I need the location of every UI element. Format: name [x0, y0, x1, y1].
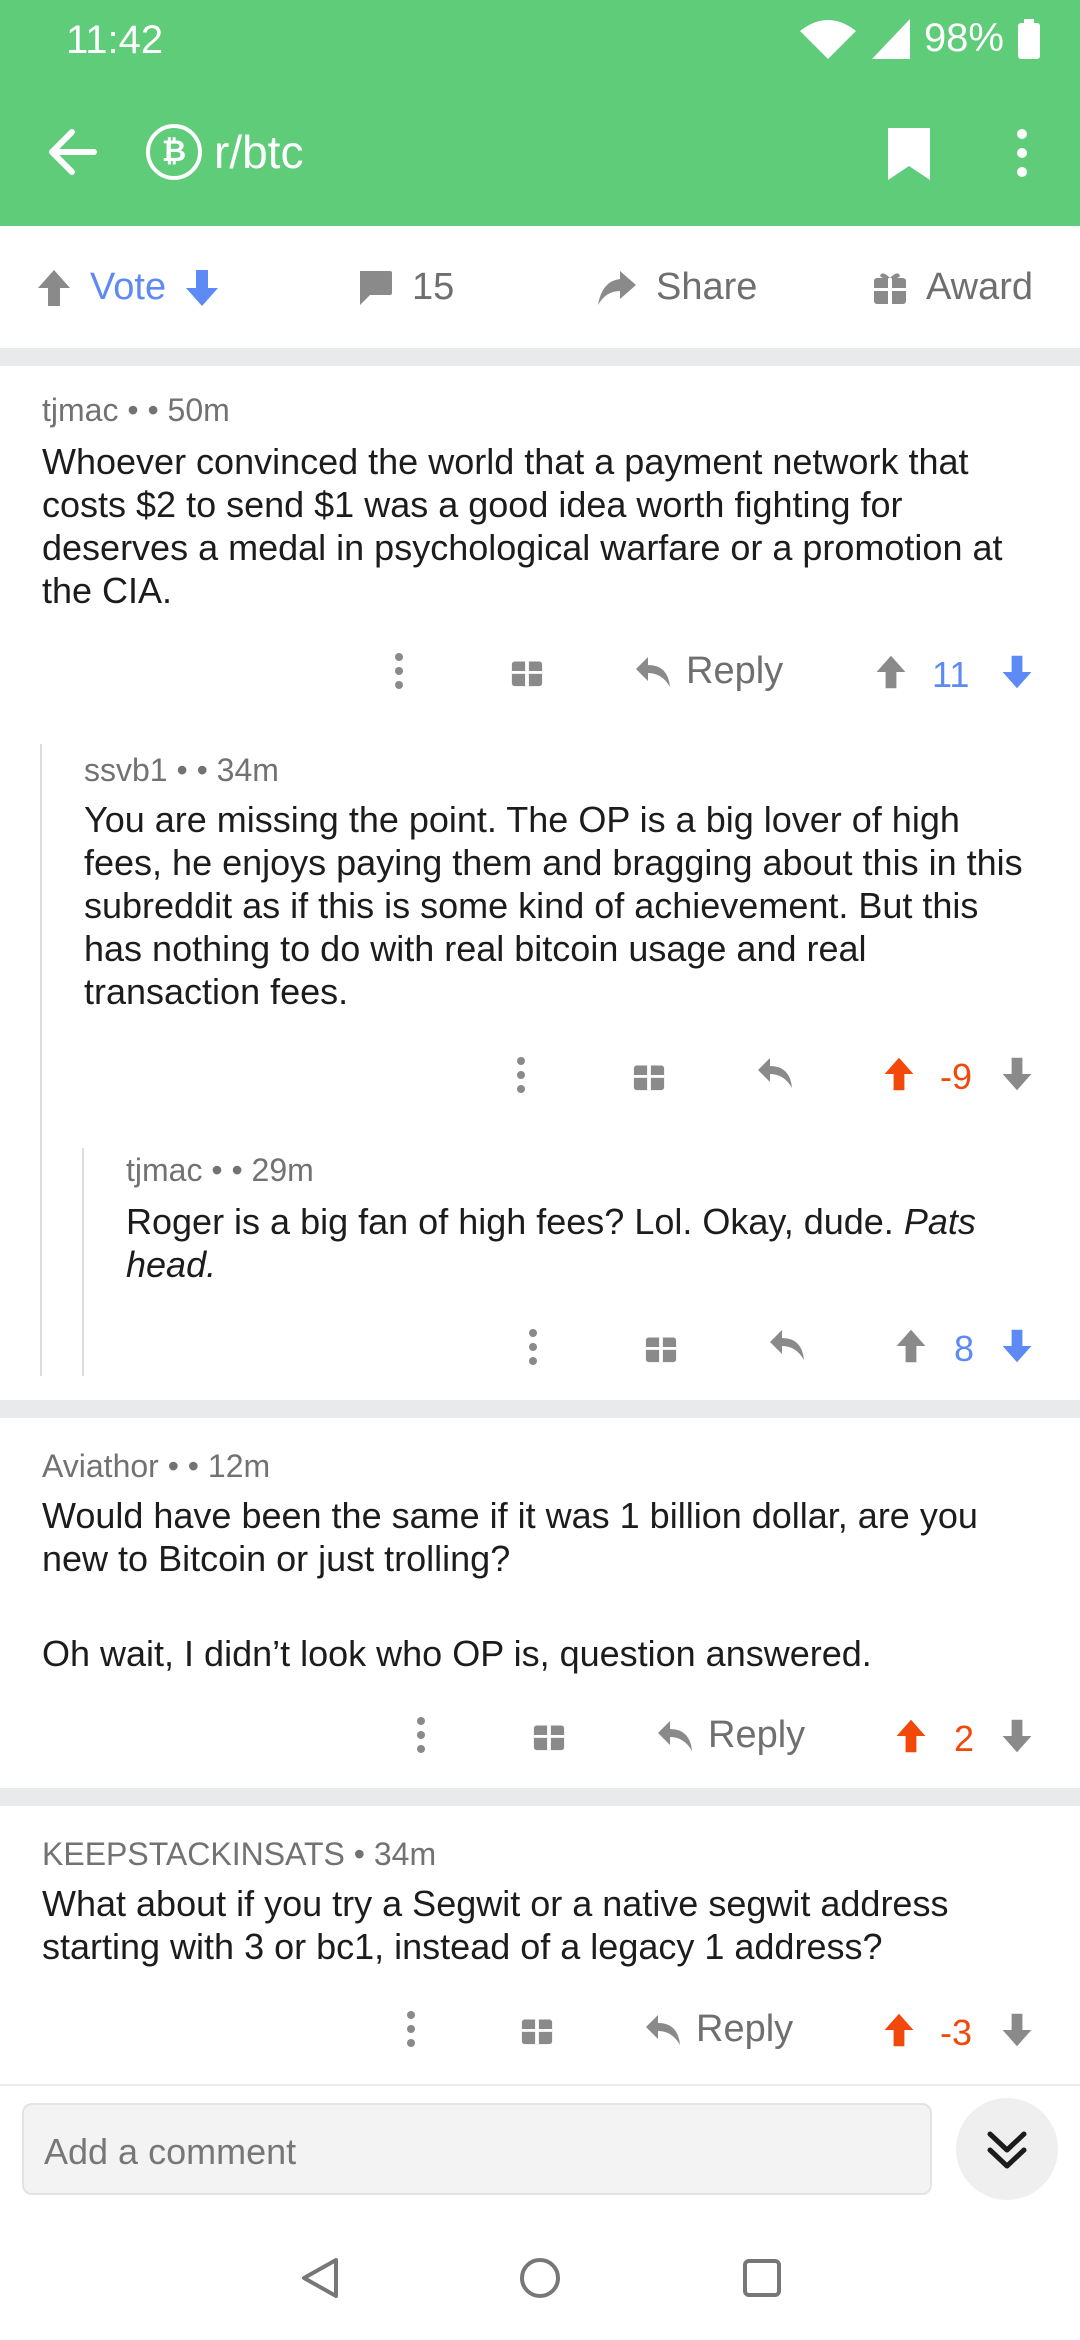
comment-score: -3: [940, 2012, 973, 2053]
share-button[interactable]: Share: [596, 266, 757, 309]
nav-recents-icon[interactable]: [742, 2258, 782, 2298]
upvote-arrow-icon[interactable]: [882, 1056, 916, 1092]
downvote-arrow-icon[interactable]: [1000, 1718, 1034, 1754]
award-gift-icon[interactable]: [510, 654, 544, 688]
more-vertical-icon[interactable]: [516, 1056, 526, 1094]
add-comment-placeholder: Add a comment: [44, 2131, 297, 2172]
section-divider: [0, 1788, 1080, 1806]
award-button[interactable]: Award: [872, 266, 1033, 309]
downvote-arrow-icon[interactable]: [1000, 654, 1034, 690]
comment-bubble-icon: [356, 269, 394, 307]
bitcoin-icon: ₿: [146, 124, 202, 180]
comment-meta[interactable]: tjmac • • 50m: [42, 392, 230, 429]
bookmark-icon[interactable]: [886, 126, 932, 182]
back-arrow-icon[interactable]: [46, 126, 98, 178]
scroll-down-button[interactable]: [956, 2098, 1058, 2200]
downvote-arrow-icon[interactable]: [1000, 1328, 1034, 1364]
reply-label: Reply: [696, 2008, 794, 2050]
add-comment-input[interactable]: Add a comment: [22, 2103, 932, 2195]
comments-button[interactable]: 15: [356, 266, 454, 309]
reply-label: Reply: [686, 650, 784, 692]
wifi-icon: [798, 17, 858, 61]
reply-arrow-icon: [644, 2013, 682, 2047]
battery-icon: [1018, 18, 1040, 59]
reply-button[interactable]: Reply: [634, 650, 783, 693]
downvote-arrow-icon[interactable]: [184, 268, 220, 308]
comment-meta[interactable]: Aviathor • • 12m: [42, 1448, 270, 1485]
upvote-arrow-icon[interactable]: [874, 654, 908, 690]
award-gift-icon[interactable]: [644, 1330, 678, 1364]
nav-back-icon[interactable]: [300, 2256, 340, 2300]
chevron-double-down-icon: [986, 2128, 1028, 2172]
award-gift-icon[interactable]: [520, 2012, 554, 2046]
share-label: Share: [656, 266, 758, 308]
comment-body-text: Roger is a big fan of high fees? Lol. Ok…: [126, 1201, 904, 1242]
reply-button[interactable]: Reply: [644, 2008, 793, 2051]
reply-arrow-icon[interactable]: [768, 1328, 806, 1362]
more-vertical-icon[interactable]: [528, 1328, 538, 1366]
upvote-arrow-icon[interactable]: [882, 2012, 916, 2048]
reply-button[interactable]: Reply: [656, 1714, 805, 1757]
comment-score: 11: [932, 654, 970, 695]
comment-body: Roger is a big fan of high fees? Lol. Ok…: [126, 1200, 1026, 1286]
award-gift-icon[interactable]: [532, 1718, 566, 1752]
nav-home-icon[interactable]: [518, 2256, 562, 2300]
comment-score: 8: [954, 1328, 975, 1369]
comment-body: What about if you try a Segwit or a nati…: [42, 1883, 949, 1967]
status-icons: 98%: [798, 16, 1040, 61]
subreddit-name: r/btc: [214, 126, 304, 178]
downvote-arrow-icon[interactable]: [1000, 1056, 1034, 1092]
reply-arrow-icon: [634, 655, 672, 689]
more-vertical-icon[interactable]: [416, 1716, 426, 1754]
comment-body: You are missing the point. The OP is a b…: [84, 799, 1023, 1012]
upvote-arrow-icon[interactable]: [894, 1718, 928, 1754]
battery-percent: 98%: [923, 16, 1004, 60]
subreddit-title[interactable]: ₿ r/btc: [146, 124, 303, 180]
award-gift-icon[interactable]: [632, 1058, 666, 1092]
comment-body: Would have been the same if it was 1 bil…: [42, 1495, 978, 1579]
comment-score: -9: [940, 1056, 973, 1097]
comment-count: 15: [412, 266, 455, 308]
more-vertical-icon[interactable]: [394, 652, 404, 690]
status-time: 11:42: [66, 18, 164, 62]
thread-line: [82, 1148, 84, 1376]
vote-label: Vote: [90, 266, 167, 308]
comment-meta[interactable]: tjmac • • 29m: [126, 1152, 314, 1189]
downvote-arrow-icon[interactable]: [1000, 2012, 1034, 2048]
award-gift-icon: [872, 270, 908, 306]
upvote-arrow-icon[interactable]: [894, 1328, 928, 1364]
more-vertical-icon[interactable]: [1016, 128, 1028, 178]
upvote-arrow-icon[interactable]: [36, 268, 72, 308]
app-bar: 11:42 98% ₿ r/btc: [0, 0, 1080, 226]
comment-meta[interactable]: KEEPSTACKINSATS • 34m: [42, 1836, 436, 1873]
more-vertical-icon[interactable]: [406, 2010, 416, 2048]
comment-score: 2: [954, 1718, 975, 1759]
award-label: Award: [926, 266, 1034, 308]
share-arrow-icon: [596, 269, 638, 307]
comment-body: Oh wait, I didn’t look who OP is, questi…: [42, 1633, 872, 1674]
reply-label: Reply: [708, 1714, 806, 1756]
section-divider: [0, 348, 1080, 366]
composer-divider: [0, 2084, 1080, 2086]
vote-control: Vote: [36, 266, 220, 309]
section-divider: [0, 1400, 1080, 1418]
comment-body: Whoever convinced the world that a payme…: [42, 441, 1003, 611]
reply-arrow-icon[interactable]: [756, 1056, 794, 1090]
post-action-bar: Vote 15 Share Award: [0, 226, 1080, 348]
comment-meta[interactable]: ssvb1 • • 34m: [84, 752, 279, 789]
reply-arrow-icon: [656, 1719, 694, 1753]
signal-icon: [871, 18, 910, 59]
system-nav-bar: [0, 2222, 1080, 2340]
thread-line: [40, 744, 42, 1376]
